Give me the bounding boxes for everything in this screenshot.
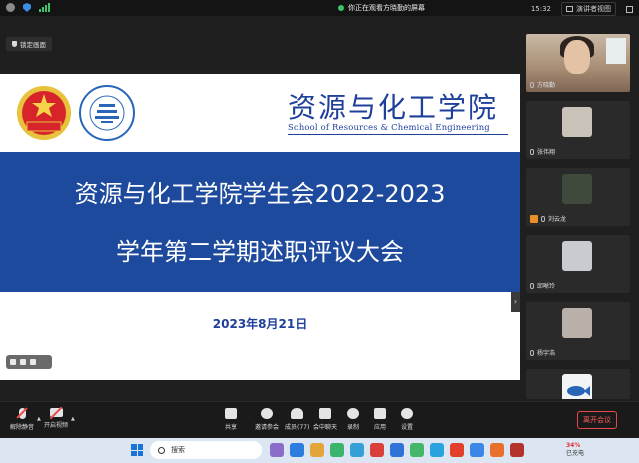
school-name-cn: 资源与化工学院 (288, 91, 499, 124)
mute-options-caret[interactable]: ▲ (37, 416, 41, 422)
microphone-icon (15, 407, 28, 419)
top-bar: 你正在观看方晓勤的屏幕 15:32 演讲者视图 (0, 0, 639, 16)
info-icon[interactable] (6, 3, 15, 12)
windows-start-icon[interactable] (131, 444, 143, 456)
mic-icon (530, 349, 534, 356)
avatar (562, 308, 592, 338)
app-icon[interactable] (370, 443, 384, 457)
signal-strength-icon (39, 3, 50, 12)
collapse-sidebar-button[interactable]: › (511, 292, 520, 312)
viewing-screen-text: 你正在观看方晓勤的屏幕 (348, 4, 425, 12)
app-icon[interactable] (350, 443, 364, 457)
app-icon[interactable] (290, 443, 304, 457)
avatar (562, 241, 592, 271)
invite-button[interactable]: 邀请参会 (255, 408, 279, 431)
chat-bubble-icon (319, 408, 331, 419)
record-icon (347, 408, 359, 419)
school-name-en: School of Resources & Chemical Engineeri… (288, 122, 490, 132)
league-emblem-logo (17, 86, 71, 140)
start-video-button[interactable]: 开启视频 (44, 406, 68, 429)
participant-name: 杨宇浩 (530, 348, 555, 357)
avatar (562, 107, 592, 137)
folder-icon[interactable] (310, 443, 324, 457)
fish-icon (567, 386, 590, 396)
shared-slide: 资源与化工学院 School of Resources & Chemical E… (0, 74, 520, 380)
avatar (562, 174, 592, 204)
slide-title-line1: 资源与化工学院学生会2022-2023 (74, 180, 446, 208)
members-icon (291, 408, 304, 419)
apps-button[interactable]: 应用 (374, 408, 386, 431)
app-icon[interactable] (430, 443, 444, 457)
fullscreen-icon[interactable] (626, 5, 633, 13)
members-button[interactable]: 成员(77) (285, 408, 309, 431)
app-icon[interactable] (270, 443, 284, 457)
close-icon[interactable] (30, 359, 36, 365)
layout-icon[interactable] (20, 359, 26, 365)
gear-icon (401, 408, 413, 419)
pin-icon (12, 41, 17, 47)
settings-button[interactable]: 设置 (401, 408, 413, 431)
meeting-toolbar: 解除静音 ▲ 开启视频 ▲ 共享 邀请参会 成员(77) 会中聊天 录制 应用 … (0, 401, 639, 438)
view-mode-button[interactable]: 演讲者视图 (561, 2, 616, 16)
slide-date: 2023年8月21日 (212, 317, 308, 331)
participant-tile[interactable]: 方晓勤 (526, 34, 630, 92)
app-icon[interactable] (510, 443, 524, 457)
clock: 15:32 (530, 5, 551, 13)
mic-icon (530, 282, 534, 289)
record-button[interactable]: 录制 (347, 408, 359, 431)
battery-percent: 34% (566, 442, 581, 449)
app-icon[interactable] (450, 443, 464, 457)
share-button[interactable]: 共享 (225, 408, 237, 431)
lock-screen-label: 锁定画面 (20, 41, 46, 49)
live-dot-icon (338, 5, 344, 11)
participant-name: 方晓勤 (530, 80, 555, 89)
unmute-button[interactable]: 解除静音 (10, 407, 34, 431)
wechat-icon[interactable] (410, 443, 424, 457)
participant-name: 邱晰玲 (530, 281, 555, 290)
participant-tile[interactable]: 邱晰玲 (526, 235, 630, 293)
video-options-caret[interactable]: ▲ (71, 416, 75, 422)
battery-status: 已充电 (566, 450, 585, 457)
participant-tile[interactable]: 杨宇浩 (526, 302, 630, 360)
top-right-controls: 15:32 演讲者视图 (531, 2, 633, 16)
share-screen-icon (225, 408, 237, 419)
security-shield-icon[interactable] (23, 3, 31, 12)
app-icon[interactable] (330, 443, 344, 457)
search-icon (158, 446, 165, 454)
view-mode-label: 演讲者视图 (576, 5, 611, 13)
taskbar-search[interactable]: 搜索 (150, 441, 262, 459)
avatar (562, 374, 592, 399)
chat-button[interactable]: 会中聊天 (313, 408, 337, 431)
slide-controls[interactable] (6, 355, 52, 369)
participant-tile[interactable] (526, 369, 630, 399)
camera-icon (49, 406, 63, 420)
taskbar-apps (270, 443, 524, 457)
viewing-screen-indicator: 你正在观看方晓勤的屏幕 (338, 2, 425, 14)
mic-icon (541, 215, 545, 222)
windows-taskbar: 搜索 34% 已充电 (0, 438, 639, 463)
add-person-icon (261, 408, 273, 419)
apps-grid-icon (374, 408, 386, 419)
settings-icon[interactable] (10, 359, 16, 365)
mic-icon (530, 148, 534, 155)
title-banner (0, 152, 520, 292)
mic-icon (530, 81, 534, 88)
download-icon (530, 214, 538, 223)
app-icon[interactable] (490, 443, 504, 457)
university-seal-logo (79, 85, 135, 141)
app-icon[interactable] (470, 443, 484, 457)
lock-screen-button[interactable]: 锁定画面 (6, 37, 52, 51)
slide-title-line2: 学年第二学期述职评议大会 (116, 238, 404, 266)
top-left-icons (6, 3, 50, 12)
participant-tile[interactable]: 刘云龙 (526, 168, 630, 226)
participant-name: 张伟翔 (530, 147, 555, 156)
grid-view-icon (566, 6, 573, 12)
battery-indicator[interactable]: 34% 已充电 (566, 442, 584, 458)
title-underline (288, 134, 508, 135)
participant-name: 刘云龙 (530, 214, 566, 223)
leave-meeting-button[interactable]: 离开会议 (577, 411, 617, 429)
participant-tile[interactable]: 张伟翔 (526, 101, 630, 159)
app-icon[interactable] (390, 443, 404, 457)
